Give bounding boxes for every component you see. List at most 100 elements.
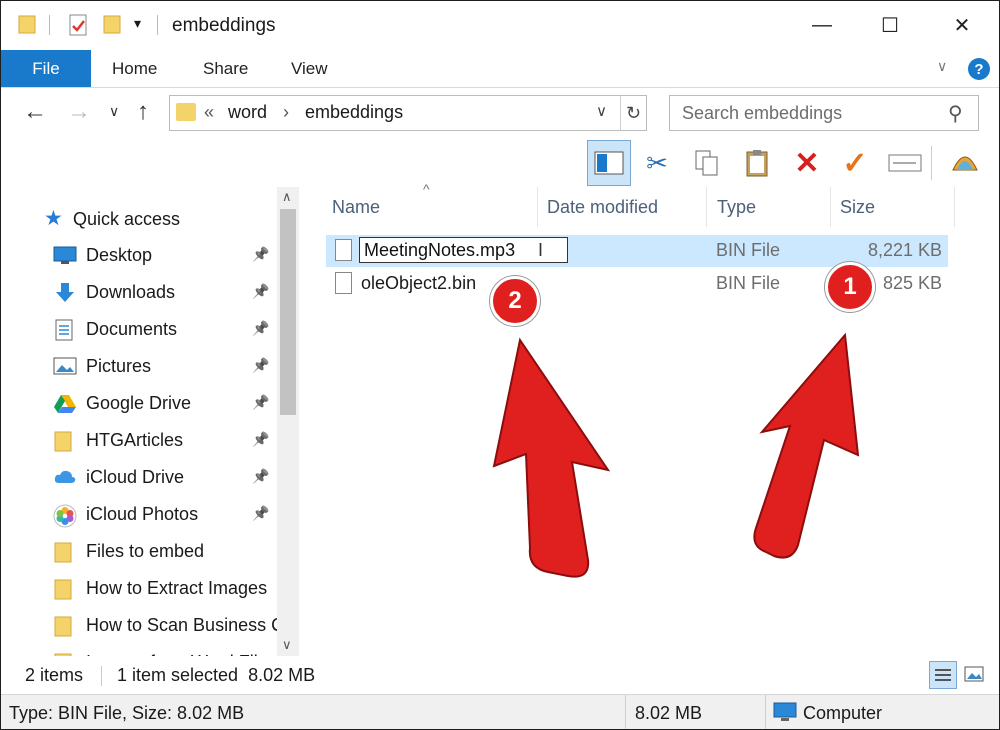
- sidebar-item-desktop[interactable]: Desktop 📌: [1, 237, 277, 273]
- computer-icon: [773, 702, 797, 727]
- details-view-button[interactable]: [929, 661, 957, 689]
- breadcrumb-embeddings[interactable]: embeddings: [305, 102, 403, 123]
- pin-icon[interactable]: 📌: [252, 246, 269, 263]
- star-icon: ★: [44, 207, 63, 230]
- shell-icon[interactable]: [943, 140, 987, 186]
- properties-icon[interactable]: [67, 13, 89, 42]
- divider: [765, 695, 766, 729]
- column-divider[interactable]: [954, 187, 955, 227]
- tab-view[interactable]: View: [291, 59, 328, 79]
- folder-icon[interactable]: [17, 13, 39, 40]
- chevron-down-icon[interactable]: ∨: [282, 637, 292, 653]
- tab-home[interactable]: Home: [112, 59, 157, 79]
- column-divider[interactable]: [537, 187, 538, 227]
- maximize-button[interactable]: ☐: [867, 1, 913, 50]
- sidebar-item-how-to-extract-images[interactable]: How to Extract Images: [1, 570, 277, 606]
- copy-icon[interactable]: [685, 140, 729, 186]
- back-arrow-icon[interactable]: ←: [23, 98, 47, 126]
- delete-icon[interactable]: ✕: [785, 140, 829, 186]
- up-arrow-icon[interactable]: ↑: [137, 98, 149, 126]
- file-icon: [335, 239, 352, 261]
- pin-icon[interactable]: 📌: [252, 320, 269, 337]
- nav-scrollbar[interactable]: ∧ ∨: [277, 187, 299, 656]
- pin-icon[interactable]: 📌: [252, 394, 269, 411]
- rename-checkmark-icon[interactable]: ✓: [833, 140, 877, 186]
- window-title: embeddings: [172, 15, 276, 36]
- address-bar[interactable]: « word › embeddings ∨ ↻: [169, 95, 647, 131]
- documents-icon: [53, 319, 75, 341]
- recent-locations-icon[interactable]: ∨: [109, 103, 119, 120]
- close-button[interactable]: ✕: [939, 1, 985, 50]
- paste-icon[interactable]: [735, 140, 779, 186]
- column-size[interactable]: Size: [840, 197, 875, 218]
- chevron-up-icon[interactable]: ∧: [282, 189, 292, 205]
- divider: [931, 146, 932, 180]
- sidebar-item-label: HTGArticles: [86, 430, 184, 450]
- rename-input[interactable]: MeetingNotes.mp3 I: [359, 237, 568, 263]
- large-icons-view-button[interactable]: [961, 661, 987, 687]
- column-divider[interactable]: [706, 187, 707, 227]
- large-icons-view-icon: [964, 666, 984, 682]
- column-divider[interactable]: [830, 187, 831, 227]
- details-bar: Type: BIN File, Size: 8.02 MB 8.02 MB Co…: [1, 694, 999, 729]
- help-icon[interactable]: ?: [968, 58, 990, 80]
- sidebar-item-icloud-photos[interactable]: iCloud Photos 📌: [1, 496, 277, 532]
- minimize-button[interactable]: —: [799, 1, 845, 50]
- ribbon-tabs: File Home Share View ∨ ?: [1, 50, 999, 88]
- tab-file[interactable]: File: [1, 50, 91, 87]
- divider: [625, 695, 626, 729]
- column-date-modified[interactable]: Date modified: [547, 197, 658, 218]
- sidebar-item-files-to-embed[interactable]: Files to embed: [1, 533, 277, 569]
- annotation-badge-2: 2: [490, 276, 540, 326]
- scrollbar-thumb[interactable]: [280, 209, 296, 415]
- pin-icon[interactable]: 📌: [252, 431, 269, 448]
- pin-icon[interactable]: 📌: [252, 468, 269, 485]
- icloud-drive-icon: [53, 467, 76, 487]
- tab-share[interactable]: Share: [203, 59, 248, 79]
- file-type: BIN File: [716, 273, 781, 293]
- pin-icon[interactable]: 📌: [252, 283, 269, 300]
- expand-ribbon-icon[interactable]: ∨: [937, 58, 947, 75]
- divider: [101, 666, 102, 686]
- sidebar-item-pictures[interactable]: Pictures 📌: [1, 348, 277, 384]
- sidebar-item-documents[interactable]: Documents 📌: [1, 311, 277, 347]
- annotation-badge-1: 1: [825, 262, 875, 312]
- column-type[interactable]: Type: [717, 197, 756, 218]
- search-placeholder: Search embeddings: [682, 103, 843, 123]
- search-icon[interactable]: ⚲: [948, 101, 963, 126]
- downloads-icon: [53, 282, 75, 302]
- customize-quick-access-icon[interactable]: ▾: [134, 15, 141, 32]
- breadcrumb-word[interactable]: word: [228, 102, 267, 123]
- pin-icon[interactable]: 📌: [252, 357, 269, 374]
- folder-icon: [53, 430, 75, 452]
- rename-field-icon[interactable]: [883, 140, 927, 186]
- sidebar-item-label: How to Extract Images: [86, 578, 268, 598]
- folder-icon: [53, 578, 75, 600]
- chevron-down-icon[interactable]: ∨: [596, 102, 607, 120]
- sidebar-item-label: Desktop: [86, 245, 153, 265]
- sidebar-item-downloads[interactable]: Downloads 📌: [1, 274, 277, 310]
- folder-icon: [176, 103, 196, 121]
- sidebar-item-how-to-scan-business-c[interactable]: How to Scan Business C: [1, 607, 284, 643]
- new-folder-icon[interactable]: [102, 13, 124, 40]
- forward-arrow-icon[interactable]: →: [67, 98, 91, 126]
- sidebar-item-google-drive[interactable]: Google Drive 📌: [1, 385, 277, 421]
- sidebar-item-label: How to Scan Business C: [86, 615, 285, 635]
- sidebar-item-label: Google Drive: [86, 393, 192, 413]
- chevron-right-icon[interactable]: ›: [283, 102, 289, 123]
- refresh-icon[interactable]: ↻: [620, 96, 646, 130]
- file-type: BIN File: [716, 240, 781, 260]
- sidebar-item-icloud-drive[interactable]: iCloud Drive 📌: [1, 459, 277, 495]
- preview-pane-button[interactable]: [587, 140, 631, 186]
- sidebar-item-label: iCloud Photos: [86, 504, 199, 524]
- desktop-icon: [53, 245, 77, 265]
- sidebar-item-images-from-word-files[interactable]: Images from Word Files: [1, 644, 277, 656]
- text-cursor-icon: I: [538, 240, 544, 260]
- overflow-icon[interactable]: «: [204, 102, 214, 123]
- search-input[interactable]: Search embeddings ⚲: [669, 95, 979, 131]
- cut-icon[interactable]: ✂: [635, 140, 679, 186]
- nav-quick-access[interactable]: ★ Quick access: [1, 201, 277, 237]
- sidebar-item-htgarticles[interactable]: HTGArticles 📌: [1, 422, 277, 458]
- pin-icon[interactable]: 📌: [252, 505, 269, 522]
- column-name[interactable]: Name: [332, 197, 380, 218]
